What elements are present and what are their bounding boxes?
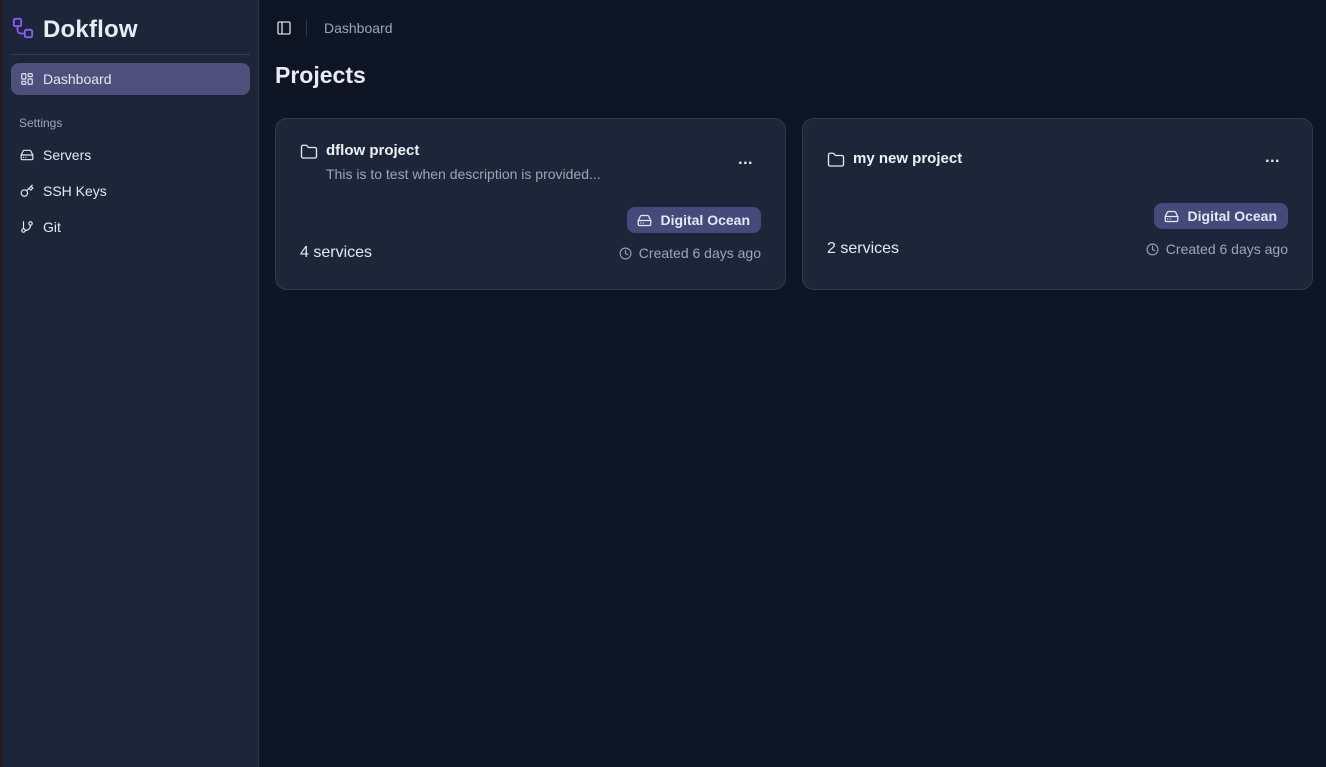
project-card[interactable]: my new project ... Digital Ocean 2 servi… [802,118,1313,290]
folder-icon [300,143,318,161]
provider-badge: Digital Ocean [626,207,761,233]
top-bar: Dashboard [259,0,1326,56]
layout-dashboard-icon [20,72,34,86]
sidebar-divider [11,54,250,55]
sidebar-item-ssh-keys[interactable]: SSH Keys [11,175,250,207]
git-branch-icon [20,220,34,234]
clock-icon [619,247,632,259]
sidebar: Dokflow Dashboard Settings Servers SSH K… [3,0,259,767]
project-name[interactable]: dflow project [326,142,419,159]
folder-icon [827,151,845,169]
sidebar-item-label: SSH Keys [43,183,107,199]
services-count: 2 services [827,240,900,257]
hard-drive-icon [637,214,651,226]
created-time: Created 6 days ago [1146,241,1288,257]
page-title: Projects [275,62,366,88]
settings-section-label: Settings [19,116,63,130]
provider-label: Digital Ocean [1187,208,1277,224]
created-time: Created 6 days ago [619,245,761,261]
app-name: Dokflow [43,16,138,43]
brand[interactable]: Dokflow [12,14,138,46]
clock-icon [1146,243,1159,255]
sidebar-item-servers[interactable]: Servers [11,139,250,171]
sidebar-item-label: Servers [43,147,92,163]
provider-label: Digital Ocean [660,212,750,228]
project-name[interactable]: my new project [853,150,962,167]
sidebar-item-git[interactable]: Git [11,211,250,243]
key-icon [20,184,34,198]
breadcrumb-separator [306,19,307,37]
app-window: Dokflow Dashboard Settings Servers SSH K… [0,0,1326,767]
more-options-button[interactable]: ... [738,151,753,169]
hard-drive-icon [20,148,34,162]
project-description: This is to test when description is prov… [326,166,601,182]
sidebar-item-dashboard[interactable]: Dashboard [11,63,250,95]
created-label: Created 6 days ago [1165,241,1288,257]
project-card[interactable]: dflow project This is to test when descr… [275,118,786,290]
sidebar-toggle-icon[interactable] [276,20,292,36]
sidebar-item-label: Dashboard [43,71,112,87]
more-options-button[interactable]: ... [1265,149,1280,167]
hard-drive-icon [1164,210,1178,222]
dokflow-logo-icon [12,17,34,44]
provider-badge: Digital Ocean [1153,203,1288,229]
sidebar-item-label: Git [43,219,61,235]
services-count: 4 services [300,244,373,261]
created-label: Created 6 days ago [638,245,761,261]
breadcrumb[interactable]: Dashboard [324,20,393,36]
